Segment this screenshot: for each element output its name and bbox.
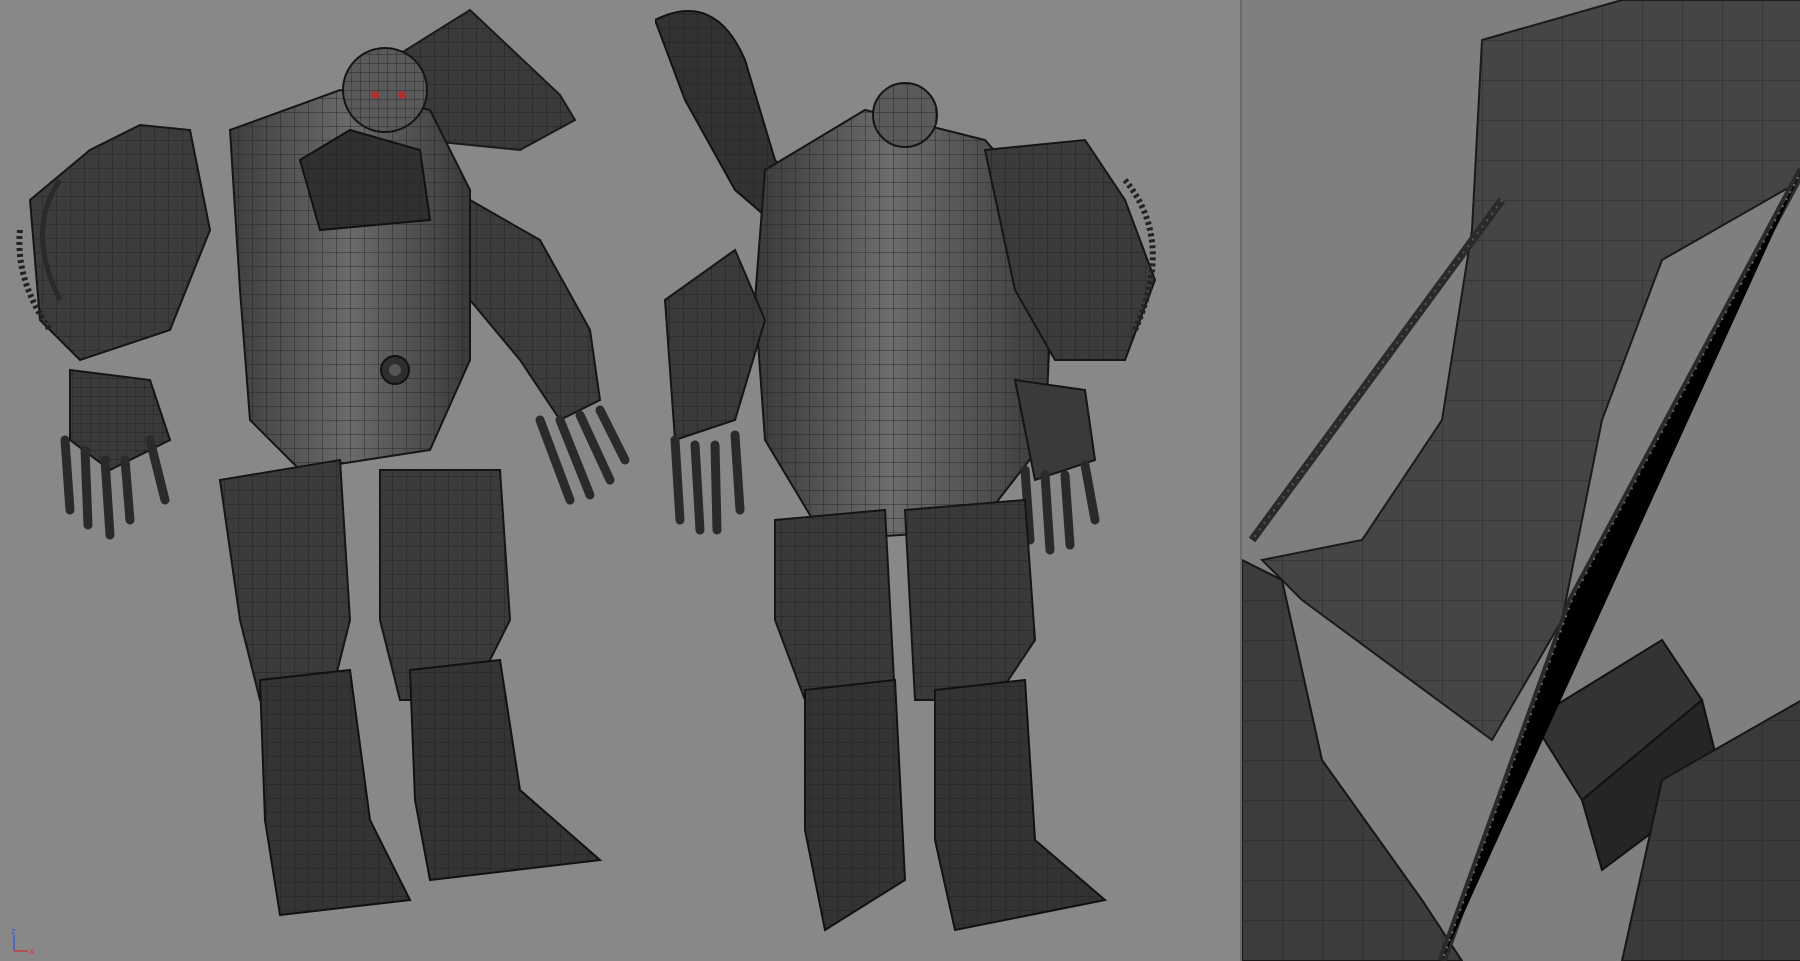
front-view-panel[interactable]	[0, 0, 655, 961]
back-view-panel[interactable]	[655, 0, 1240, 961]
detail-view-panel[interactable]	[1240, 0, 1800, 961]
front-character-model	[16, 8, 630, 917]
legs	[218, 458, 603, 917]
axis-z-label: z	[11, 927, 16, 937]
back-character-model	[655, 10, 1157, 932]
axis-x-label: x	[29, 947, 35, 957]
head	[342, 47, 428, 133]
detail-closeup-model	[1242, 0, 1800, 961]
left-arm-launcher	[16, 123, 212, 362]
detail-tube	[1259, 0, 1800, 742]
left-hand	[60, 368, 172, 540]
torso	[228, 88, 471, 472]
back-left-arm	[663, 248, 767, 535]
3d-viewport-area[interactable]: z x	[0, 0, 1800, 961]
axis-gizmo-icon: z x	[11, 927, 35, 957]
back-legs	[774, 498, 1108, 932]
right-arm	[469, 198, 630, 505]
